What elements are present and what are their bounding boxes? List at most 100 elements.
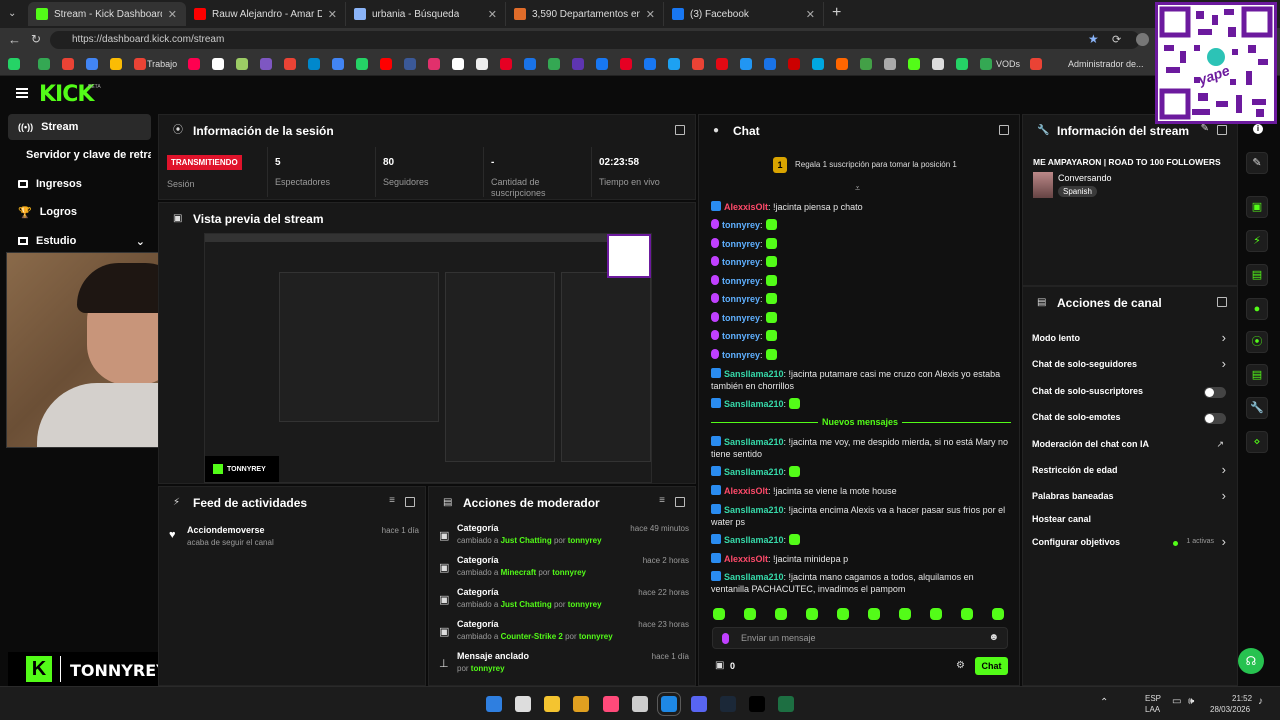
clock-time[interactable]: 21:52 <box>1232 694 1252 703</box>
clock-date[interactable]: 28/03/2026 <box>1210 705 1250 714</box>
channel-action-item[interactable]: Chat de solo-seguidores › <box>1032 356 1226 373</box>
expand-icon[interactable] <box>405 497 415 507</box>
stream-preview-video[interactable]: TONNYREY <box>204 233 652 483</box>
emote-picker-icon[interactable] <box>930 608 942 620</box>
chat-username[interactable]: Sansllama210 <box>724 369 784 379</box>
tab-menu-icon[interactable]: ⌄ <box>8 8 16 19</box>
new-tab-button[interactable]: + <box>832 4 841 22</box>
browser-tab[interactable]: Rauw Alejandro - Amar De Nuevo ✕ <box>186 2 346 26</box>
snipping-icon[interactable] <box>632 696 648 712</box>
channel-action-item[interactable]: Chat de solo-emotes <box>1032 412 1226 426</box>
emoji-icon[interactable]: ☻ <box>988 632 999 643</box>
chat-username[interactable]: tonnyrey <box>722 313 760 323</box>
sidebar-item-studio[interactable]: Estudio ⌄ <box>8 228 151 254</box>
sidebar-item-server-key[interactable]: Servidor y clave de retransm <box>8 142 151 168</box>
browser-tab[interactable]: urbania - Búsqueda ✕ <box>346 2 506 26</box>
profile-icon[interactable] <box>1136 33 1149 46</box>
chat-username[interactable]: Sansllama210 <box>724 399 784 409</box>
panel-icon[interactable]: ▤ <box>1246 364 1268 386</box>
channel-action-item[interactable]: Restricción de edad › <box>1032 462 1226 479</box>
chat-username[interactable]: Sansllama210 <box>724 437 784 447</box>
channel-action-item[interactable]: Chat de solo-suscriptores <box>1032 386 1226 400</box>
browser-tab[interactable]: (3) Facebook ✕ <box>664 2 824 26</box>
excel-icon[interactable] <box>778 696 794 712</box>
bookmark-favicon-icon[interactable] <box>134 58 146 70</box>
chat-username[interactable]: AlexxisOlt <box>724 554 768 564</box>
broadcast-icon[interactable]: ⦿ <box>1246 331 1268 353</box>
chat-username[interactable]: Sansllama210 <box>724 467 784 477</box>
bookmark-favicon-icon[interactable] <box>956 58 968 70</box>
chat-username[interactable]: AlexxisOlt <box>724 486 768 496</box>
bookmark-favicon-icon[interactable] <box>908 58 920 70</box>
emote-picker-icon[interactable] <box>713 608 725 620</box>
chat-settings-icon[interactable]: ⚙ <box>956 660 965 671</box>
browser-tab[interactable]: Stream - Kick Dashboard ✕ <box>28 2 186 26</box>
chat-username[interactable]: AlexxisOlt <box>724 202 768 212</box>
bookmark-favicon-icon[interactable] <box>428 58 440 70</box>
bookmark-favicon-icon[interactable] <box>620 58 632 70</box>
bookmark-favicon-icon[interactable] <box>764 58 776 70</box>
bookmark-favicon-icon[interactable] <box>452 58 464 70</box>
bookmark-trabajo[interactable]: Trabajo <box>147 59 177 69</box>
channel-action-item[interactable]: Hostear canal <box>1032 514 1226 528</box>
emote-picker-icon[interactable] <box>899 608 911 620</box>
filter-icon[interactable]: ≡ <box>389 495 395 506</box>
chat-username[interactable]: tonnyrey <box>722 239 760 249</box>
reload-icon[interactable]: ↻ <box>31 32 41 46</box>
bookmark-favicon-icon[interactable] <box>932 58 944 70</box>
expand-icon[interactable] <box>1217 125 1227 135</box>
channel-action-item[interactable]: Modo lento › <box>1032 330 1226 347</box>
emote-picker-icon[interactable] <box>961 608 973 620</box>
close-tab-icon[interactable]: ✕ <box>806 8 815 21</box>
action-user[interactable]: tonnyrey <box>568 600 602 609</box>
gift-prompt[interactable]: Regala 1 suscripción para tomar la posic… <box>795 160 957 169</box>
tray-lang-2[interactable]: LAA <box>1145 705 1160 714</box>
notification-bell-icon[interactable]: ♪ <box>1258 696 1263 707</box>
tray-chevron-icon[interactable]: ⌃ <box>1100 697 1108 708</box>
discord-icon[interactable] <box>691 696 707 712</box>
capcut-icon[interactable] <box>749 696 765 712</box>
bookmark-favicon-icon[interactable] <box>62 58 74 70</box>
action-value[interactable]: Just Chatting <box>501 536 552 545</box>
emote-picker-icon[interactable] <box>806 608 818 620</box>
bookmark-favicon-icon[interactable] <box>884 58 896 70</box>
back-icon[interactable]: ← <box>8 32 21 47</box>
chat-username[interactable]: tonnyrey <box>722 294 760 304</box>
network-icon[interactable]: ▭ <box>1172 696 1181 707</box>
bookmark-favicon-icon[interactable] <box>716 58 728 70</box>
edit-icon[interactable]: ✎ <box>1246 152 1268 174</box>
bookmark-favicon-icon[interactable] <box>236 58 248 70</box>
steam-icon[interactable] <box>720 696 736 712</box>
file-explorer-icon[interactable] <box>544 696 560 712</box>
bookmark-star-icon[interactable]: ★ <box>1088 32 1099 46</box>
action-user[interactable]: tonnyrey <box>568 536 602 545</box>
chat-username[interactable]: tonnyrey <box>722 350 760 360</box>
bookmark-favicon-icon[interactable] <box>980 58 992 70</box>
chrome-icon[interactable] <box>573 696 589 712</box>
kick-logo[interactable]: KICK <box>39 82 94 107</box>
close-tab-icon[interactable]: ✕ <box>168 8 177 21</box>
action-user[interactable]: tonnyrey <box>471 664 505 673</box>
channel-action-item[interactable]: Moderación del chat con IA ↗ <box>1032 439 1226 453</box>
chat-username[interactable]: tonnyrey <box>722 257 760 267</box>
toggle-switch[interactable] <box>1204 413 1226 424</box>
chat-username[interactable]: tonnyrey <box>722 331 760 341</box>
search-icon[interactable] <box>515 696 531 712</box>
sidebar-item-achievements[interactable]: 🏆 Logros <box>8 199 151 225</box>
channel-action-item[interactable]: Palabras baneadas › <box>1032 488 1226 505</box>
volume-icon[interactable]: 🕪 <box>1188 696 1194 707</box>
bookmark-favicon-icon[interactable] <box>644 58 656 70</box>
toggle-switch[interactable] <box>1204 387 1226 398</box>
close-tab-icon[interactable]: ✕ <box>328 8 337 21</box>
bookmark-favicon-icon[interactable] <box>86 58 98 70</box>
screen-icon[interactable]: ▣ <box>1246 196 1268 218</box>
bookmark-favicon-icon[interactable] <box>596 58 608 70</box>
bookmark-favicon-icon[interactable] <box>740 58 752 70</box>
bookmark-admin[interactable]: Administrador de... <box>1068 59 1144 69</box>
music-icon[interactable] <box>603 696 619 712</box>
sidebar-item-stream[interactable]: ((•)) Stream <box>8 114 151 140</box>
bookmark-favicon-icon[interactable] <box>692 58 704 70</box>
chat-username[interactable]: tonnyrey <box>722 276 760 286</box>
channel-action-item[interactable]: Configurar objetivos › 1 activas <box>1032 534 1226 551</box>
extensions-icon[interactable]: ⟳ <box>1112 33 1121 46</box>
